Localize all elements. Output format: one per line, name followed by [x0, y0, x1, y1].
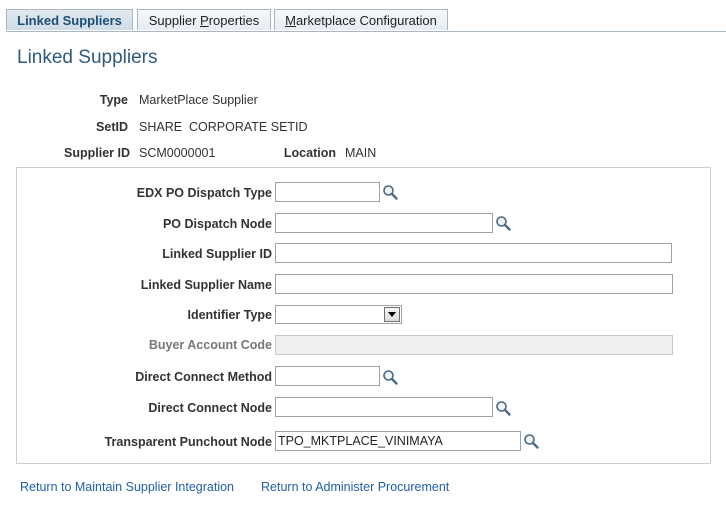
tab-divider	[6, 31, 726, 32]
chevron-down-icon	[388, 312, 396, 317]
linked-supplier-name-input[interactable]	[275, 274, 673, 294]
tab-label-pre: Supplier	[148, 13, 201, 28]
type-label: Type	[99, 93, 128, 107]
tab-marketplace-configuration[interactable]: Marketplace Configuration	[274, 9, 448, 30]
dropdown-button[interactable]	[384, 307, 400, 322]
tab-label-post: arketplace Configuration	[295, 13, 437, 28]
tab-label-accesskey: P	[200, 13, 209, 28]
linked-supplier-id-label: Linked Supplier ID	[162, 247, 272, 261]
direct-connect-node-label: Direct Connect Node	[148, 401, 272, 415]
magnifier-icon[interactable]	[495, 215, 511, 231]
buyer-account-code-input	[275, 335, 673, 355]
direct-connect-method-label: Direct Connect Method	[135, 370, 272, 384]
buyer-account-code-label: Buyer Account Code	[148, 338, 272, 352]
edx-po-dispatch-type-input[interactable]	[275, 182, 380, 202]
type-value: MarketPlace Supplier	[139, 93, 258, 107]
transparent-punchout-node-label: Transparent Punchout Node	[104, 435, 272, 449]
setid-value: SHARE CORPORATE SETID	[139, 120, 308, 134]
page-title: Linked Suppliers	[17, 47, 158, 68]
tab-label: Linked Suppliers	[17, 13, 122, 28]
supplier-id-value: SCM0000001	[139, 146, 216, 160]
tab-linked-suppliers[interactable]: Linked Suppliers	[6, 9, 133, 30]
identifier-type-label: Identifier Type	[187, 308, 272, 322]
location-label: Location	[283, 146, 336, 160]
linked-supplier-name-label: Linked Supplier Name	[140, 278, 272, 292]
return-to-maintain-supplier-integration-link[interactable]: Return to Maintain Supplier Integration	[20, 480, 234, 494]
tab-label-post: roperties	[208, 13, 260, 28]
direct-connect-method-input[interactable]	[275, 366, 380, 386]
return-to-administer-procurement-link[interactable]: Return to Administer Procurement	[261, 480, 449, 494]
tab-supplier-properties[interactable]: Supplier Properties	[137, 9, 271, 30]
magnifier-icon[interactable]	[523, 433, 539, 449]
linked-supplier-id-input[interactable]	[275, 243, 672, 263]
location-value: MAIN	[345, 146, 377, 160]
direct-connect-node-input[interactable]	[275, 397, 493, 417]
identifier-type-select[interactable]	[275, 305, 402, 324]
edx-po-dispatch-type-label: EDX PO Dispatch Type	[136, 186, 272, 200]
magnifier-icon[interactable]	[495, 400, 511, 416]
magnifier-icon[interactable]	[382, 369, 398, 385]
magnifier-icon[interactable]	[382, 184, 398, 200]
supplier-id-label: Supplier ID	[64, 146, 130, 160]
transparent-punchout-node-input[interactable]	[275, 431, 521, 451]
po-dispatch-node-label: PO Dispatch Node	[162, 217, 272, 231]
po-dispatch-node-input[interactable]	[275, 213, 493, 233]
tab-label-accesskey: M	[285, 13, 296, 28]
setid-label: SetID	[96, 120, 128, 134]
